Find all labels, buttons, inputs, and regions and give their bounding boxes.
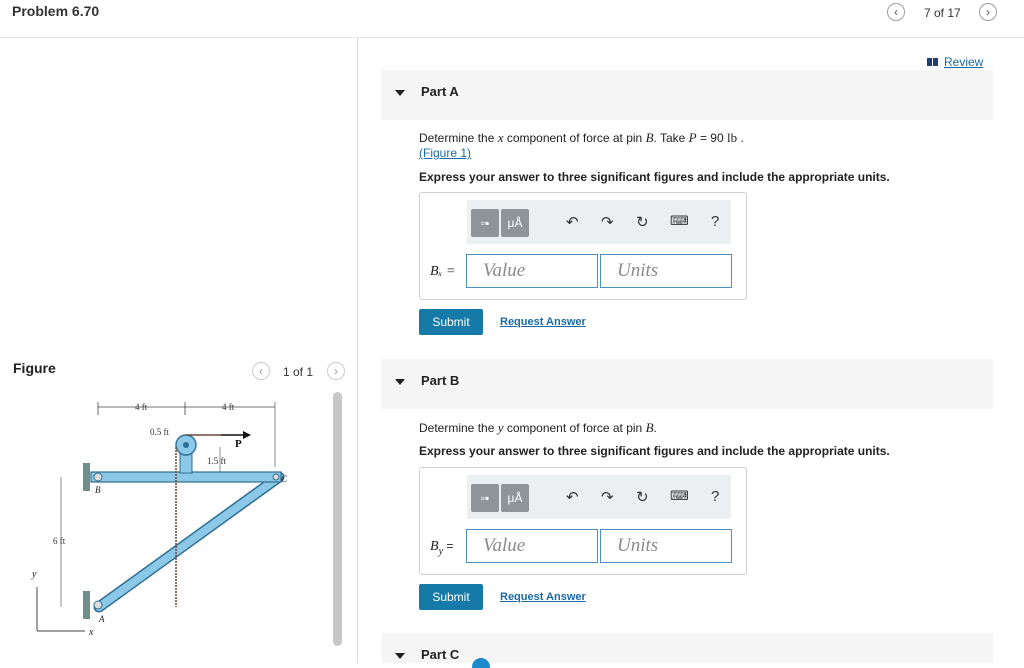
by-label: By = (430, 539, 453, 557)
figure-count: 1 of 1 (283, 365, 314, 379)
problem-title: Problem 6.70 (12, 3, 100, 19)
redo-icon[interactable]: ↷ (601, 213, 614, 231)
chevron-left-icon[interactable]: ‹ (887, 3, 905, 21)
q-text: . Take (653, 131, 689, 145)
dim-6ft: 6 ft (53, 536, 66, 546)
keyboard-icon[interactable]: ⌨ (670, 213, 689, 229)
dim-4ft-right: 4 ft (222, 402, 235, 412)
help-icon[interactable]: ? (711, 213, 719, 230)
reset-icon[interactable]: ↻ (636, 488, 649, 506)
q-text: component of force at pin (503, 421, 646, 435)
units-icon[interactable]: μÅ (501, 484, 529, 512)
top-bar (0, 0, 1024, 38)
templates-icon[interactable]: ▫▪ (471, 209, 499, 237)
part-c-label: Part C (421, 647, 460, 662)
review-link[interactable]: Review (927, 55, 983, 69)
units-input[interactable]: Units (600, 529, 732, 563)
value-input[interactable]: Value (466, 529, 598, 563)
q-text: . (653, 421, 657, 435)
units-input[interactable]: Units (600, 254, 732, 288)
part-b-submit-button[interactable]: Submit (419, 584, 483, 610)
q-value: = 90 (696, 131, 727, 145)
figure-prev-icon[interactable]: ‹ (252, 362, 270, 380)
figure-heading: Figure (13, 360, 56, 376)
q-text: component of force at pin (503, 131, 646, 145)
undo-icon[interactable]: ↶ (566, 213, 579, 231)
dim-05ft: 0.5 ft (150, 427, 169, 437)
pin-c-label: C (281, 474, 288, 484)
chevron-right-icon[interactable]: › (979, 3, 997, 21)
q-unit: lb (726, 130, 738, 145)
dim-4ft-left: 4 ft (135, 402, 148, 412)
figure-diagram: 4 ft 4 ft 0.5 ft 1.5 ft 6 ft P B C A y x (31, 402, 288, 638)
part-a-label: Part A (421, 84, 459, 99)
part-b-question: Determine the y component of force at pi… (419, 420, 657, 436)
part-a-answer-box: ▫▪ μÅ ↶ ↷ ↻ ⌨ ? Bₓ = Value Units (419, 192, 747, 300)
help-icon[interactable]: ? (711, 488, 719, 505)
collapse-triangle-icon[interactable] (395, 90, 405, 96)
part-b-label: Part B (421, 373, 460, 388)
book-icon (927, 58, 938, 66)
reset-icon[interactable]: ↻ (636, 213, 649, 231)
by-eq: = (443, 539, 454, 553)
part-a-header[interactable]: Part A (382, 70, 993, 120)
part-b-instruction: Express your answer to three significant… (419, 444, 890, 458)
part-c-header[interactable]: Part C (382, 633, 993, 663)
keyboard-icon[interactable]: ⌨ (670, 488, 689, 504)
part-a-request-answer[interactable]: Request Answer (500, 316, 586, 328)
math-toolbar: ▫▪ μÅ ↶ ↷ ↻ ⌨ ? (467, 200, 731, 244)
part-a-instruction: Express your answer to three significant… (419, 170, 890, 184)
bx-label: Bₓ = (430, 264, 456, 279)
collapse-triangle-icon[interactable] (395, 379, 405, 385)
undo-icon[interactable]: ↶ (566, 488, 579, 506)
q-pin: B (645, 420, 654, 435)
part-b-request-answer[interactable]: Request Answer (500, 591, 586, 603)
axis-y-label: y (31, 569, 37, 580)
pin-a-label: A (98, 614, 105, 624)
q-text: . (737, 131, 744, 145)
review-label: Review (944, 55, 984, 69)
math-toolbar: ▫▪ μÅ ↶ ↷ ↻ ⌨ ? (467, 475, 731, 519)
figure-link[interactable]: (Figure 1) (419, 146, 471, 160)
force-p-label: P (235, 438, 242, 450)
units-icon[interactable]: μÅ (501, 209, 529, 237)
panel-divider (357, 37, 358, 663)
q-text: Determine the (419, 421, 498, 435)
pin-b-label: B (95, 485, 101, 495)
part-b-header[interactable]: Part B (382, 359, 993, 409)
q-text: Determine the (419, 131, 498, 145)
page-count: 7 of 17 (924, 6, 961, 20)
by-var: B (430, 539, 439, 554)
q-pin: B (645, 130, 654, 145)
part-a-submit-button[interactable]: Submit (419, 309, 483, 335)
q-p: P (688, 130, 697, 145)
part-b-answer-box: ▫▪ μÅ ↶ ↷ ↻ ⌨ ? By = Value Units (419, 467, 747, 575)
axis-x-label: x (88, 627, 94, 638)
dim-15ft: 1.5 ft (207, 456, 226, 466)
value-input[interactable]: Value (466, 254, 598, 288)
part-a-question: Determine the x component of force at pi… (419, 130, 744, 146)
collapse-triangle-icon[interactable] (395, 653, 405, 659)
figure-next-icon[interactable]: › (327, 362, 345, 380)
figure-scrollbar[interactable] (333, 392, 342, 646)
redo-icon[interactable]: ↷ (601, 488, 614, 506)
templates-icon[interactable]: ▫▪ (471, 484, 499, 512)
